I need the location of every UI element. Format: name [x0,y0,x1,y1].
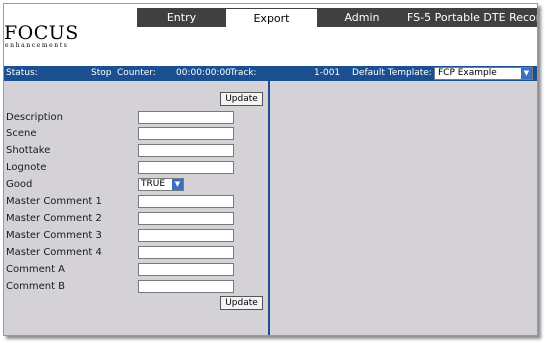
comment-a-label: Comment A [6,264,66,275]
master-comment-4-label: Master Comment 4 [6,247,102,258]
scene-input[interactable] [138,127,234,140]
good-select-value: TRUE [141,179,166,189]
status-label: Status: [6,68,38,78]
status-value: Stop [91,68,112,78]
tab-admin[interactable]: Admin [317,8,407,27]
template-select-value: FCP Example [438,68,497,78]
update-button-top[interactable]: Update [220,92,263,106]
tab-export[interactable]: Export [226,8,317,27]
master-comment-2-label: Master Comment 2 [6,213,102,224]
scene-label: Scene [6,128,37,139]
master-comment-3-label: Master Comment 3 [6,230,102,241]
focus-logo: FOCUS enhancements [4,20,78,50]
master-comment-3-input[interactable] [138,229,234,242]
tab-strip: Entry Export Admin FS-5 Portable DTE Rec… [4,4,537,27]
chevron-down-icon[interactable]: ▼ [521,68,532,79]
entry-form-panel: Update Description Scene Shottake Lognot… [4,81,268,335]
comment-b-label: Comment B [6,281,66,292]
lognote-input[interactable] [138,161,234,174]
master-comment-1-input[interactable] [138,195,234,208]
tab-entry[interactable]: Entry [137,8,226,27]
track-value: 1-001 [314,68,341,78]
description-label: Description [6,112,63,123]
template-label: Default Template: [352,68,432,78]
app-window: Entry Export Admin FS-5 Portable DTE Rec… [3,3,538,336]
counter-value: 00:00:00:00 [176,68,231,78]
good-label: Good [6,179,33,190]
preview-panel [270,81,537,335]
shottake-label: Shottake [6,145,51,156]
description-input[interactable] [138,111,234,124]
track-label: Track: [230,68,257,78]
counter-label: Counter: [117,68,156,78]
update-button-bottom[interactable]: Update [220,296,263,310]
master-comment-1-label: Master Comment 1 [6,196,102,207]
lognote-label: Lognote [6,162,47,173]
status-bar: Status: Stop Counter: 00:00:00:00 Track:… [4,66,537,81]
master-comment-2-input[interactable] [138,212,234,225]
shottake-input[interactable] [138,144,234,157]
app-title: FS-5 Portable DTE Recorder [407,8,537,27]
comment-a-input[interactable] [138,263,234,276]
chevron-down-icon[interactable]: ▼ [172,179,183,190]
template-select[interactable]: FCP Example ▼ [434,67,533,80]
logo-word: FOCUS [4,22,79,44]
master-comment-4-input[interactable] [138,246,234,259]
comment-b-input[interactable] [138,280,234,293]
logo-tagline: enhancements [5,42,69,49]
good-select[interactable]: TRUE ▼ [138,178,184,191]
